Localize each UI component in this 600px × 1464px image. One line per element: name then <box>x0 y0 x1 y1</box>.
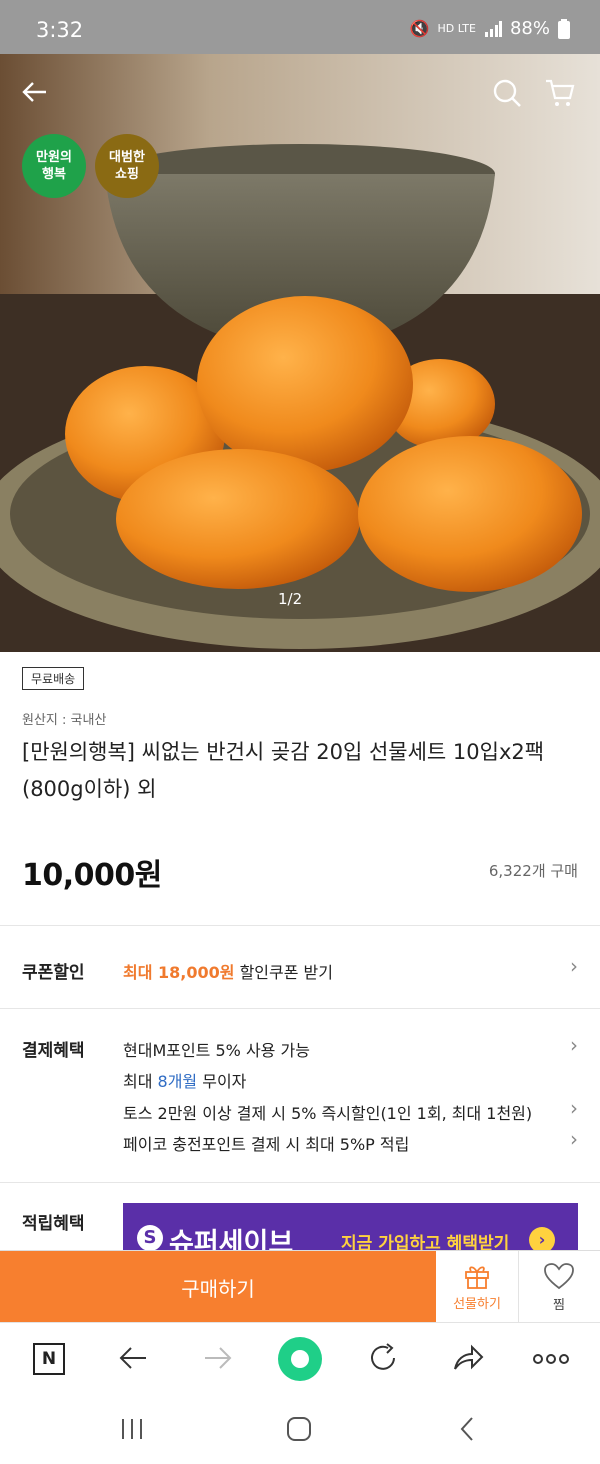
browser-back-icon[interactable] <box>118 1345 148 1371</box>
share-icon[interactable] <box>452 1343 484 1373</box>
reward-label: 적립혜택 <box>22 1214 85 1234</box>
coupon-row[interactable]: 최대 18,000원 할인쿠폰 받기 <box>123 959 333 983</box>
product-title: [만원의행복] 씨없는 반건시 곶감 20입 선물세트 10입x2팩(800g이… <box>22 740 545 801</box>
coupon-label: 쿠폰할인 <box>22 963 85 983</box>
more-icon[interactable] <box>532 1353 570 1365</box>
network-label: HD LTE <box>437 22 476 35</box>
sold-count: 6,322개 구매 <box>488 862 578 880</box>
hyundai-point-row[interactable]: 현대M포인트 5% 사용 가능 <box>123 1037 310 1061</box>
system-nav-bar <box>0 1394 600 1464</box>
persimmon-photo <box>0 54 600 652</box>
chevron-right-icon[interactable]: › <box>570 1033 578 1057</box>
super-save-banner[interactable]: S 슈퍼세이브 지금 가입하고 혜택받기 › <box>123 1203 578 1251</box>
cart-icon[interactable] <box>544 78 576 108</box>
banner-cta: 지금 가입하고 혜택받기 <box>341 1234 510 1251</box>
arrow-circle-icon: › <box>529 1227 555 1251</box>
chevron-right-icon[interactable]: › <box>570 1096 578 1120</box>
mute-icon: 🔇 <box>409 19 430 38</box>
divider <box>0 1182 600 1183</box>
gift-label: 선물하기 <box>453 1296 501 1312</box>
status-bar: 3:32 🔇 HD LTE 88% <box>0 0 600 54</box>
green-dot-inner <box>291 1350 309 1368</box>
buy-button[interactable]: 구매하기 <box>0 1251 436 1323</box>
origin-text: 원산지 : 국내산 <box>22 713 107 728</box>
divider <box>0 925 600 926</box>
browser-toolbar: N <box>0 1322 600 1395</box>
naver-home-icon[interactable]: N <box>33 1343 65 1375</box>
product-price: 10,000원 <box>22 858 162 893</box>
wish-button[interactable]: 찜 <box>518 1251 600 1323</box>
toss-discount-row[interactable]: 토스 2만원 이상 결제 시 5% 즉시할인(1인 1회, 최대 1천원) <box>123 1100 532 1124</box>
gift-button[interactable]: 선물하기 <box>436 1251 519 1323</box>
recent-apps-icon[interactable] <box>120 1418 144 1440</box>
payco-point-row[interactable]: 페이코 충전포인트 결제 시 최대 5%P 적립 <box>123 1131 409 1155</box>
green-dot-button[interactable] <box>278 1337 322 1381</box>
image-counter: 1/2 <box>278 590 303 608</box>
wish-label: 찜 <box>553 1297 565 1313</box>
product-hero-image[interactable]: 만원의 행복 대범한 쇼핑 1/2 <box>0 54 600 652</box>
status-time: 3:32 <box>36 18 84 42</box>
chevron-right-icon[interactable]: › <box>570 1127 578 1151</box>
installment-months: 8개월 <box>157 1072 198 1091</box>
system-back-icon[interactable] <box>458 1416 476 1442</box>
signal-icon <box>484 20 502 37</box>
free-shipping-tag: 무료배송 <box>22 667 85 690</box>
buy-bar: 구매하기 선물하기 찜 <box>0 1250 600 1323</box>
chevron-right-icon[interactable]: › <box>570 954 578 978</box>
badge-happiness: 만원의 행복 <box>22 134 86 198</box>
coupon-text: 할인쿠폰 받기 <box>234 963 333 982</box>
divider <box>0 1008 600 1009</box>
battery-icon <box>558 18 570 39</box>
installment-row: 최대 8개월 무이자 <box>123 1072 247 1091</box>
home-icon[interactable] <box>286 1416 312 1442</box>
banner-brand: 슈퍼세이브 <box>169 1228 294 1251</box>
search-icon[interactable] <box>492 78 522 108</box>
refresh-icon[interactable] <box>368 1343 400 1373</box>
browser-forward-icon[interactable] <box>203 1345 233 1371</box>
coupon-max-amount: 최대 18,000원 <box>123 963 235 982</box>
badge-bold-shopping: 대범한 쇼핑 <box>95 134 159 198</box>
heart-icon <box>544 1262 574 1289</box>
payment-benefit-label: 결제혜택 <box>22 1041 85 1061</box>
battery-text: 88% <box>509 18 550 39</box>
back-arrow-icon[interactable] <box>20 78 48 106</box>
gift-icon <box>465 1265 489 1289</box>
s-logo-icon: S <box>137 1225 163 1251</box>
